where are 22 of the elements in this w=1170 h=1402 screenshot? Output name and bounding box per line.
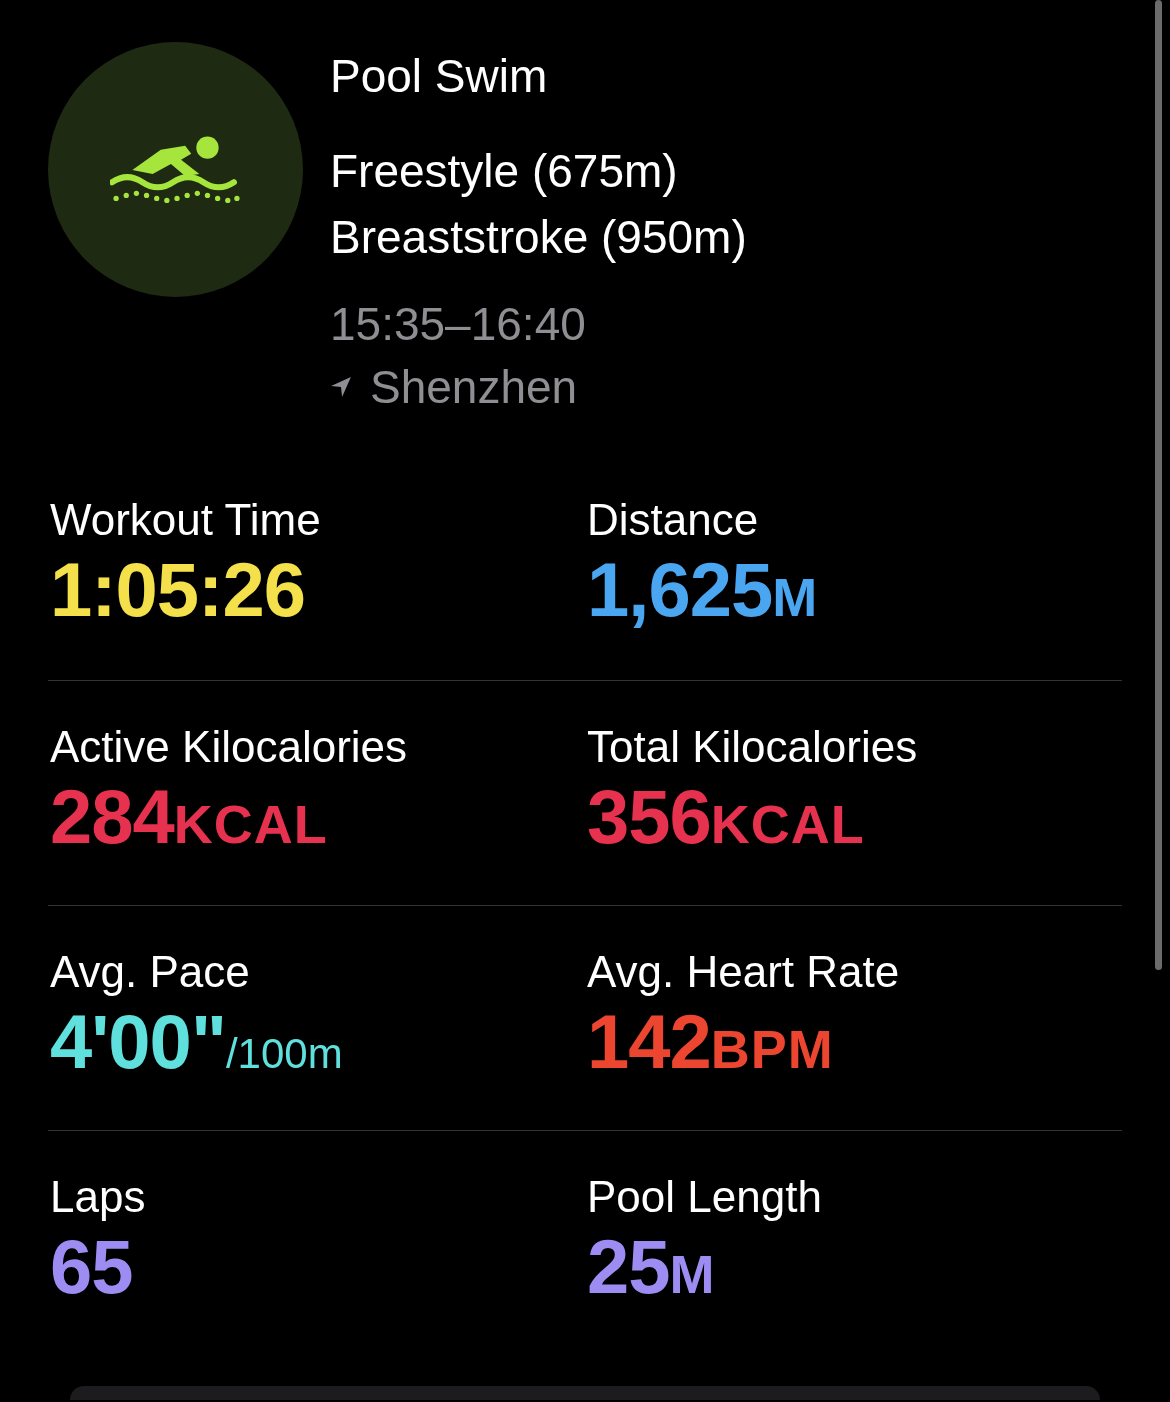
metric-value: 356KCAL xyxy=(587,773,865,861)
stroke-summary: Freestyle (675m) xyxy=(330,144,679,199)
metric-value: 4'00"/100m xyxy=(50,998,343,1086)
time-range: 15:35–16:40 xyxy=(330,297,587,352)
location-name: Shenzhen xyxy=(370,360,578,415)
metric-label: Pool Length xyxy=(587,1171,823,1223)
metric-value: 284KCAL xyxy=(50,773,328,861)
metric-value: 25M xyxy=(587,1223,716,1311)
metric-value: 65 xyxy=(50,1223,133,1311)
metric-label: Distance xyxy=(587,494,760,546)
metric-label: Laps xyxy=(50,1171,147,1223)
metric-label: Workout Time xyxy=(50,494,322,546)
metric-value: 1:05:26 xyxy=(50,546,305,634)
metric-value: 1,625M xyxy=(587,546,819,634)
workout-title: Pool Swim xyxy=(330,49,549,104)
metric-label: Active Kilocalories xyxy=(50,721,409,773)
metric-label: Avg. Heart Rate xyxy=(587,946,901,998)
metric-label: Avg. Pace xyxy=(50,946,251,998)
metric-label: Total Kilocalories xyxy=(587,721,919,773)
location-arrow-icon xyxy=(330,376,352,398)
stroke-summary: Breaststroke (950m) xyxy=(330,210,747,265)
metric-value: 142BPM xyxy=(587,998,834,1086)
